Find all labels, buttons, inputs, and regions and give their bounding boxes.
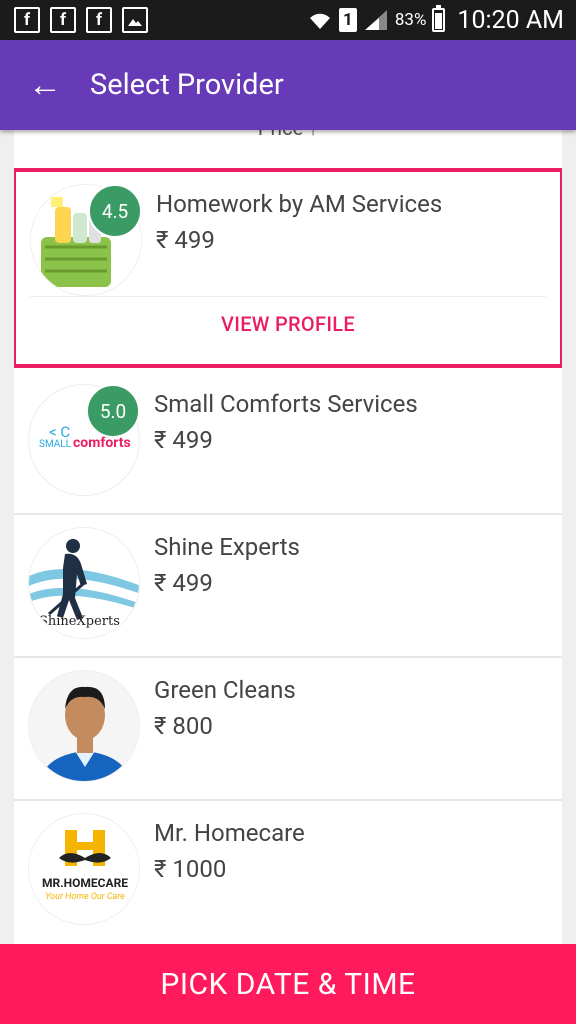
provider-name: Shine Experts	[154, 533, 300, 561]
provider-name: Small Comforts Services	[154, 390, 418, 418]
logo-text: comforts	[73, 435, 131, 451]
facebook-notification-icon: f	[50, 7, 76, 33]
app-bar: ← Select Provider	[0, 40, 576, 130]
logo-text: MR.HOMECARE	[41, 876, 129, 890]
status-bar: f f f 1 83% 10:20 AM	[0, 0, 576, 40]
provider-card[interactable]: ShineXperts Shine Experts ₹ 499	[14, 515, 562, 658]
signal-icon	[363, 8, 389, 32]
provider-avatar: MR.HOMECARE Your Home Our Care	[28, 813, 140, 925]
facebook-notification-icon: f	[86, 7, 112, 33]
provider-name: Green Cleans	[154, 676, 296, 704]
battery-percentage: 83%	[394, 10, 427, 30]
sort-arrow-icon: ↑	[308, 130, 318, 140]
battery-icon	[432, 5, 446, 32]
provider-price: ₹ 800	[154, 712, 213, 740]
provider-card-selected[interactable]: 4.5 Homework by AM Services ₹ 499 VIEW P…	[14, 168, 562, 368]
wifi-icon	[307, 9, 333, 31]
facebook-notification-icon: f	[14, 7, 40, 33]
sort-by-price-header[interactable]: Price ↑	[14, 130, 562, 154]
provider-price: ₹ 1000	[154, 855, 227, 883]
provider-name: Homework by AM Services	[156, 190, 443, 218]
sort-label: Price	[258, 130, 303, 140]
back-arrow-icon[interactable]: ←	[0, 40, 90, 130]
provider-list: Price ↑ 4.5 Homework by AM Services ₹ 49…	[14, 130, 562, 944]
rating-badge: 5.0	[86, 384, 140, 438]
gallery-notification-icon	[122, 7, 148, 33]
logo-small-text: SMALL	[39, 439, 72, 450]
sim-slot-icon: 1	[338, 8, 357, 32]
rating-badge: 4.5	[88, 184, 142, 238]
page-title: Select Provider	[90, 68, 284, 102]
logo-tagline: Your Home Our Care	[45, 892, 125, 902]
provider-avatar	[28, 670, 140, 782]
provider-price: ₹ 499	[156, 226, 215, 254]
divider	[30, 296, 546, 297]
pick-date-time-button[interactable]: PICK DATE & TIME	[0, 944, 576, 1024]
provider-card[interactable]: < C SMALL comforts 5.0 Small Comforts Se…	[14, 372, 562, 515]
provider-name: Mr. Homecare	[154, 819, 305, 847]
logo-text: ShineXperts	[39, 614, 120, 629]
provider-price: ₹ 499	[154, 426, 213, 454]
provider-price: ₹ 499	[154, 569, 213, 597]
provider-card[interactable]: MR.HOMECARE Your Home Our Care Mr. Homec…	[14, 801, 562, 944]
view-profile-button[interactable]: VIEW PROFILE	[16, 312, 560, 336]
provider-card[interactable]: Green Cleans ₹ 800	[14, 658, 562, 801]
provider-avatar: ShineXperts	[28, 527, 140, 639]
clock: 10:20 AM	[457, 5, 564, 35]
